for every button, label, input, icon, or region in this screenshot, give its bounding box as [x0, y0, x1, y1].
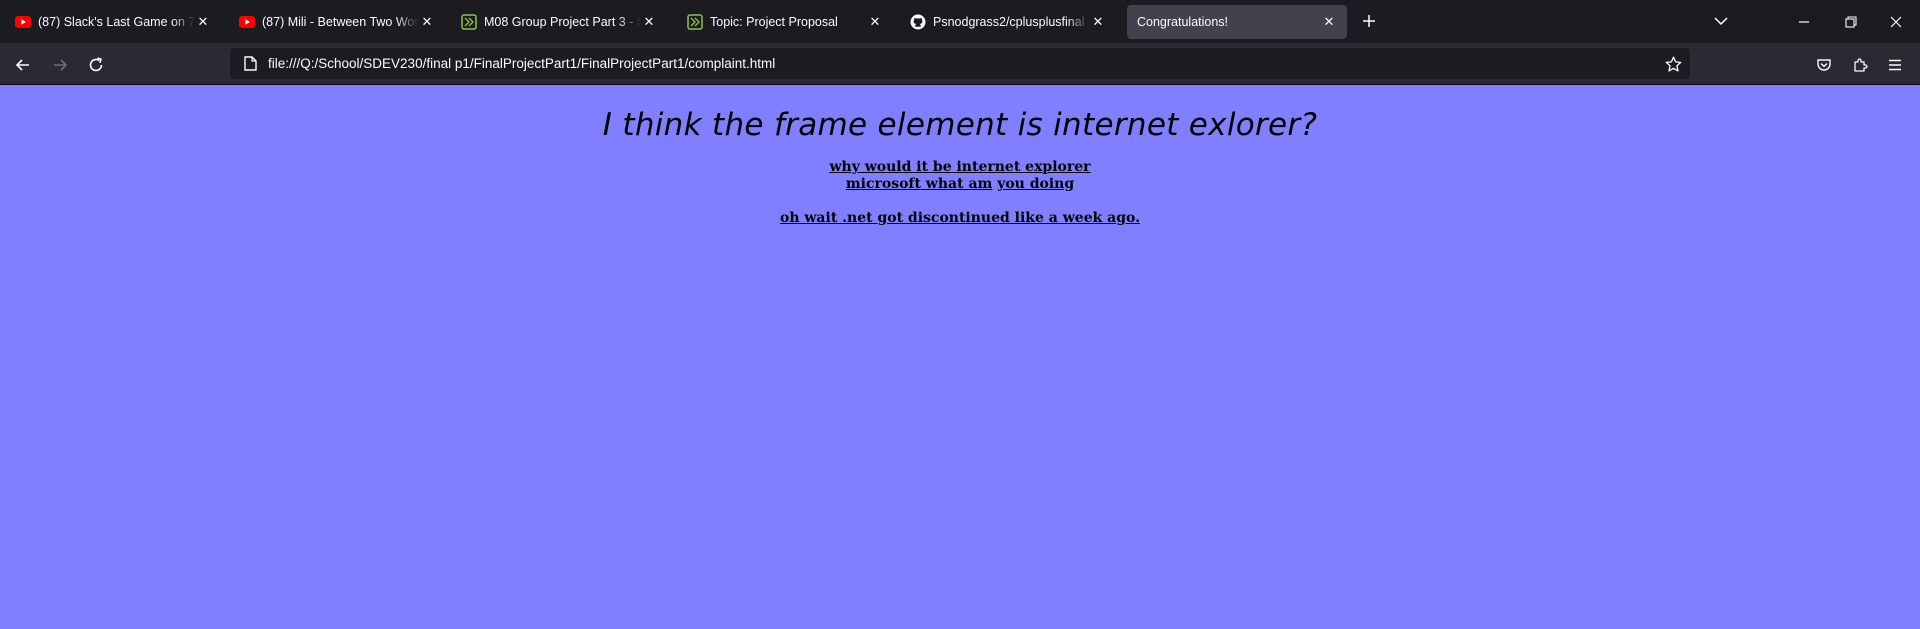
browser-window: (87) Slack's Last Game on 7.32 - ✕ (87) … — [0, 0, 1920, 629]
close-tab-icon[interactable]: ✕ — [1090, 14, 1106, 30]
tab-title: Topic: Project Proposal — [710, 15, 838, 29]
reload-icon — [89, 57, 103, 72]
url-text[interactable]: file:///Q:/School/SDEV230/final p1/Final… — [268, 56, 775, 71]
link-microsoft-what-am[interactable]: microsoft what am — [846, 176, 992, 192]
forward-button[interactable] — [46, 51, 74, 79]
pocket-icon — [1817, 59, 1831, 71]
tab-title: Congratulations! — [1137, 15, 1229, 29]
link-internet-explorer[interactable]: why would it be internet explorer — [829, 159, 1090, 175]
tab-title: Psnodgrass2/cplusplusfinal — [933, 15, 1085, 29]
close-tab-icon[interactable]: ✕ — [641, 14, 657, 30]
back-button[interactable] — [9, 51, 37, 79]
bookmark-star-icon[interactable] — [1664, 55, 1682, 73]
restore-icon — [1845, 15, 1857, 28]
minimize-button[interactable] — [1781, 0, 1827, 43]
course-site-icon — [461, 14, 477, 30]
close-window-button[interactable] — [1873, 0, 1919, 43]
arrow-right-icon — [54, 59, 68, 71]
tab-youtube-mili[interactable]: (87) Mili - Between Two Worlds ✕ — [229, 5, 445, 39]
reload-button[interactable] — [82, 51, 110, 79]
complaint-links: why would it be internet explorer micros… — [0, 159, 1920, 227]
arrow-left-icon — [15, 59, 29, 71]
chevron-down-icon — [1714, 17, 1728, 25]
app-menu-button[interactable] — [1881, 51, 1909, 79]
restore-button[interactable] — [1828, 0, 1874, 43]
link-you-doing[interactable]: you doing — [997, 176, 1074, 192]
tab-title: (87) Mili - Between Two Worlds — [262, 15, 419, 29]
hamburger-menu-icon — [1889, 59, 1901, 71]
puzzle-piece-icon — [1854, 58, 1868, 72]
minimize-icon — [1799, 20, 1809, 23]
tab-strip: (87) Slack's Last Game on 7.32 - ✕ (87) … — [0, 0, 1920, 43]
close-tab-icon[interactable]: ✕ — [195, 14, 211, 30]
plus-icon — [1363, 15, 1375, 27]
navigation-toolbar: file:///Q:/School/SDEV230/final p1/Final… — [0, 43, 1920, 85]
tab-title: (87) Slack's Last Game on 7.32 - — [38, 15, 195, 29]
tab-project-proposal[interactable]: Topic: Project Proposal ✕ — [677, 5, 893, 39]
github-icon — [910, 14, 926, 30]
youtube-icon — [15, 14, 31, 30]
page-heading: I think the frame element is internet ex… — [602, 107, 1318, 143]
course-site-icon — [687, 14, 703, 30]
close-tab-icon[interactable]: ✕ — [1321, 14, 1337, 30]
link-net-discontinued[interactable]: oh wait .net got discontinued like a wee… — [780, 210, 1140, 226]
close-icon — [1890, 16, 1902, 27]
address-bar[interactable]: file:///Q:/School/SDEV230/final p1/Final… — [230, 48, 1690, 79]
page-icon — [242, 56, 258, 72]
youtube-icon — [239, 14, 255, 30]
tab-youtube-slack[interactable]: (87) Slack's Last Game on 7.32 - ✕ — [5, 5, 221, 39]
tab-group-project[interactable]: M08 Group Project Part 3 - Solut ✕ — [451, 5, 667, 39]
page-viewport: I think the frame element is internet ex… — [0, 85, 1920, 629]
close-tab-icon[interactable]: ✕ — [867, 14, 883, 30]
close-tab-icon[interactable]: ✕ — [419, 14, 435, 30]
tab-github[interactable]: Psnodgrass2/cplusplusfinal ✕ — [900, 5, 1116, 39]
new-tab-button[interactable] — [1358, 10, 1380, 32]
tab-title: M08 Group Project Part 3 - Solut — [484, 15, 641, 29]
pocket-button[interactable] — [1810, 51, 1838, 79]
extensions-button[interactable] — [1846, 51, 1874, 79]
list-all-tabs-button[interactable] — [1711, 11, 1731, 31]
tab-congratulations[interactable]: Congratulations! ✕ — [1127, 5, 1347, 39]
